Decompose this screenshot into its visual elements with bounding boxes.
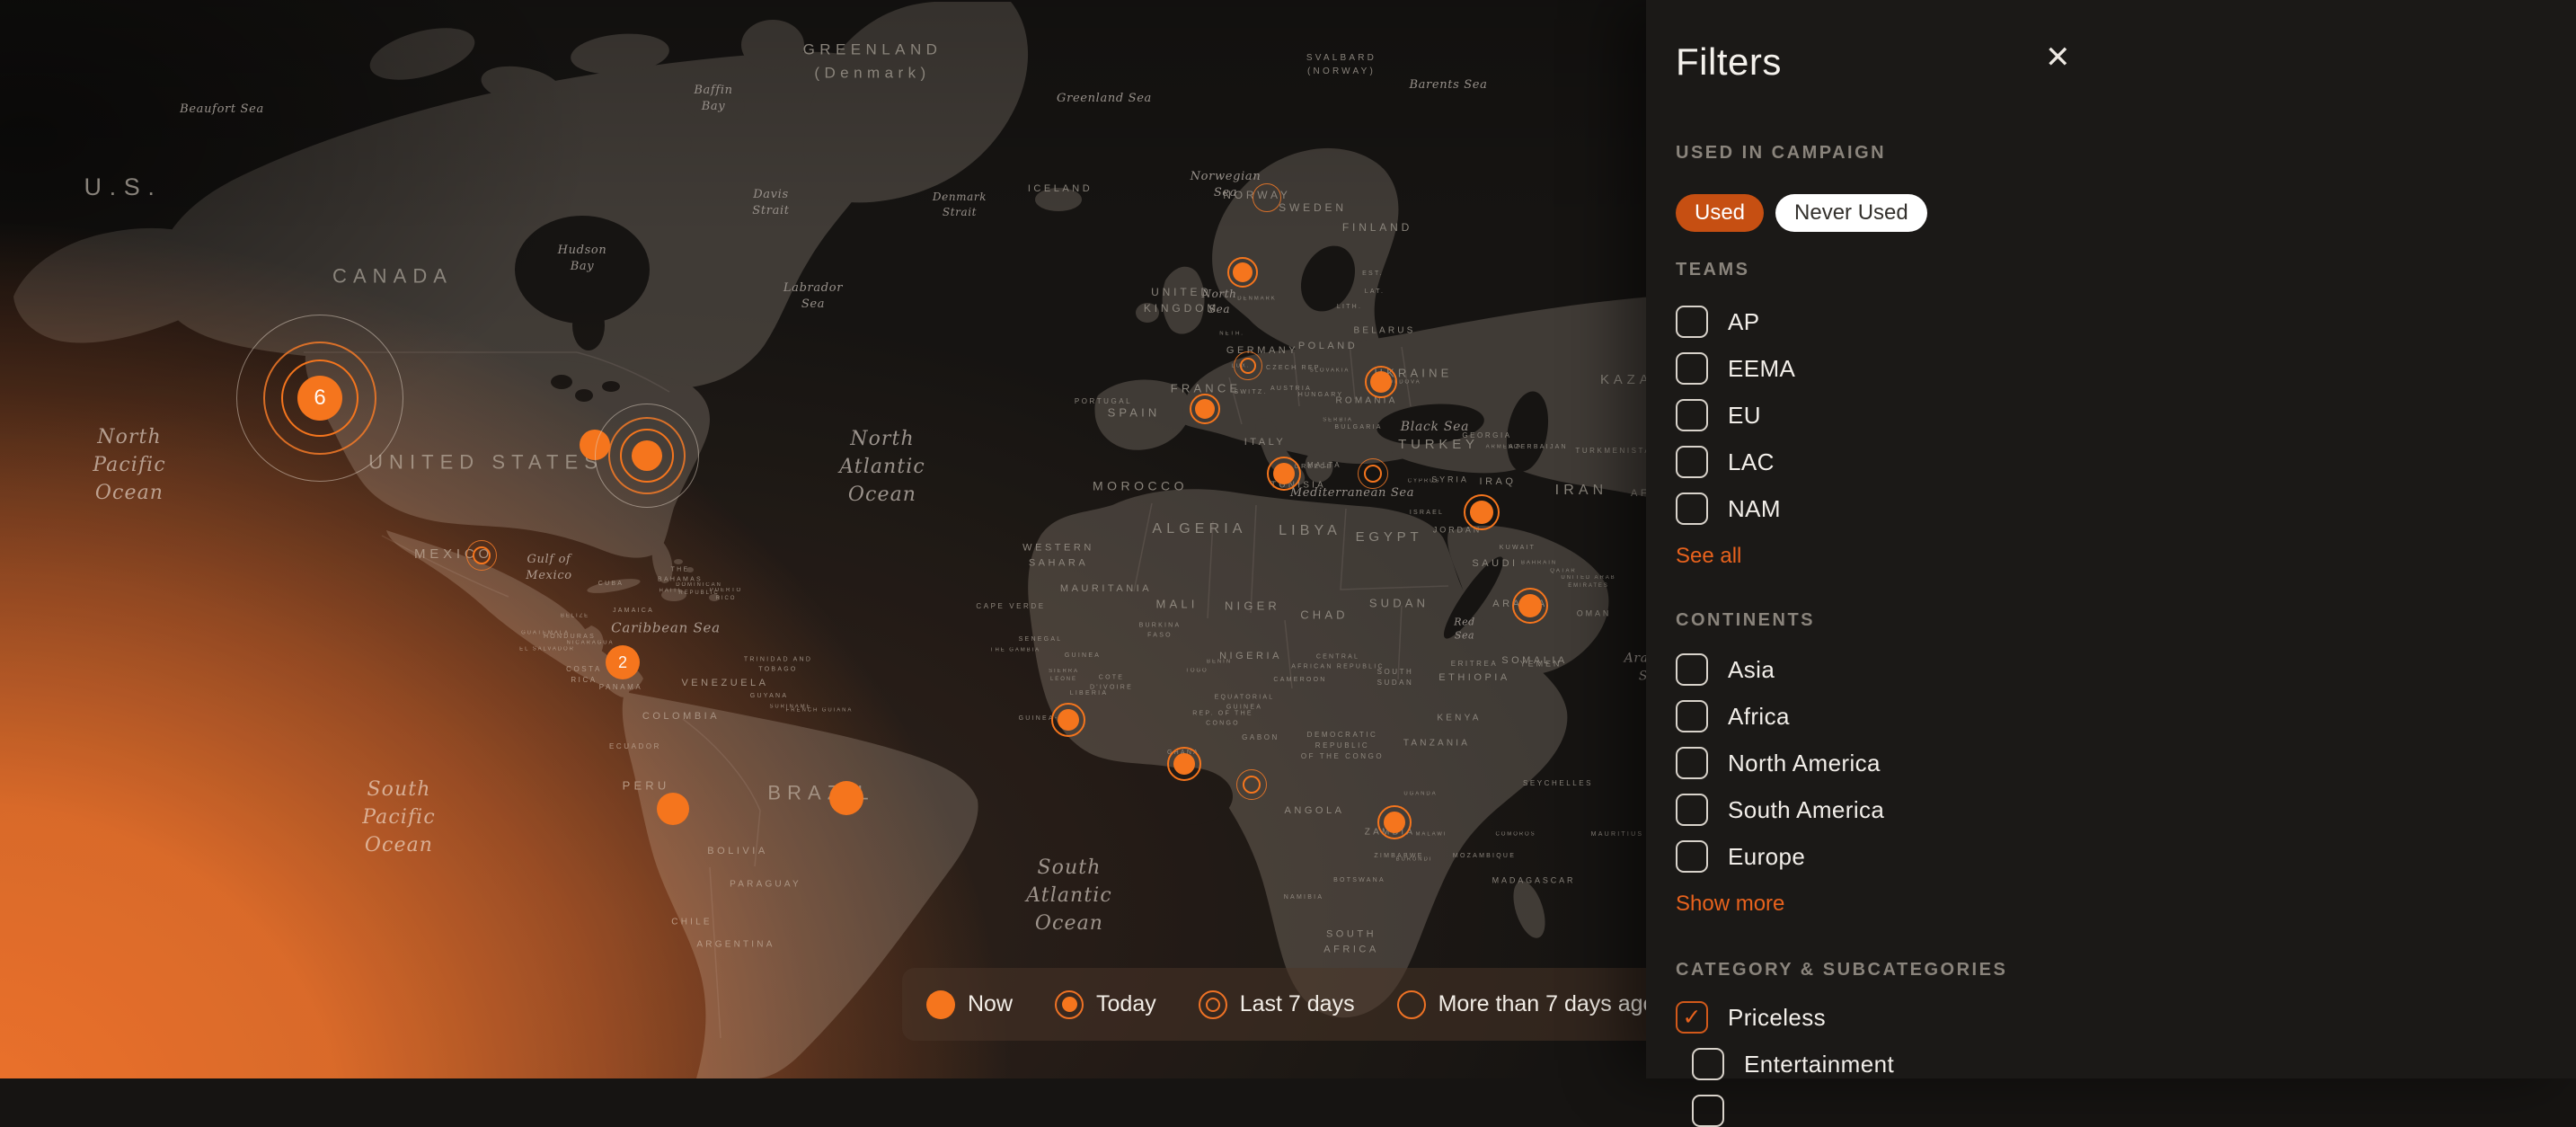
checkbox-row[interactable]: EEMA [1676,352,2576,385]
legend-item: Now [925,989,1013,1020]
filters-panel: Filters ✕ USED IN CAMPAIGN Used Never Use… [1646,0,2576,1078]
checkbox-row[interactable]: Asia [1676,653,2576,686]
teams-options: AP EEMA EU LAC NAM [1676,306,2576,525]
checkbox-label: North America [1728,750,1881,777]
checkbox-row[interactable]: ✓ Priceless [1676,1001,2576,1034]
legend-ring-icon [1396,989,1427,1020]
continents-options: Asia Africa North America South America Euro… [1676,653,2576,873]
checkbox-row[interactable]: EU [1676,399,2576,431]
map-legend: Now Today Last 7 days More than 7 days ago [902,968,1689,1041]
checkbox[interactable] [1676,399,1708,431]
checkbox[interactable] [1692,1095,1724,1127]
checkbox[interactable] [1676,747,1708,779]
legend-label: Last 7 days [1240,991,1355,1017]
checkbox-row[interactable]: Entertainment [1692,1048,2576,1080]
filter-pill-never-used[interactable]: Never Used [1775,194,1927,232]
checkbox-label: EEMA [1728,355,1795,383]
legend-item: Today [1054,989,1156,1020]
checkbox-label: South America [1728,796,1884,824]
show-more-link[interactable]: Show more [1676,891,1784,918]
checkbox-label: NAM [1728,495,1781,523]
checkbox-label: Entertainment [1744,1051,1894,1078]
panel-title: Filters [1676,40,2576,84]
section-continents: CONTINENTS [1676,609,2576,631]
checkbox-row[interactable] [1692,1095,2576,1127]
checkbox-label: LAC [1728,448,1775,476]
checkbox[interactable] [1676,446,1708,478]
checkbox-row[interactable]: AP [1676,306,2576,338]
section-teams: TEAMS [1676,259,2576,280]
checkbox[interactable] [1676,306,1708,338]
checkbox-row[interactable]: South America [1676,794,2576,826]
checkbox[interactable] [1676,653,1708,686]
checkbox-row[interactable]: LAC [1676,446,2576,478]
checkbox[interactable] [1676,352,1708,385]
checkbox-checked[interactable]: ✓ [1676,1001,1708,1034]
checkbox[interactable] [1676,700,1708,732]
legend-label: Today [1096,991,1156,1017]
legend-label: Now [968,991,1013,1017]
checkbox[interactable] [1676,493,1708,525]
checkbox-label: AP [1728,308,1759,336]
checkbox-label: Africa [1728,703,1790,731]
used-pills: Used Never Used [1676,194,2576,232]
checkbox-label: Priceless [1728,1004,1826,1032]
filter-pill-used[interactable]: Used [1676,194,1764,232]
checkbox-label: EU [1728,402,1761,430]
legend-solid-icon [925,989,956,1020]
legend-item: More than 7 days ago [1396,989,1656,1020]
checkbox[interactable] [1676,794,1708,826]
checkbox-row[interactable]: NAM [1676,493,2576,525]
legend-items: Now Today Last 7 days More than 7 days ago [925,989,1655,1020]
section-used-in-campaign: USED IN CAMPAIGN [1676,142,2576,164]
checkbox-row[interactable]: North America [1676,747,2576,779]
legend-double-ring-icon [1198,989,1228,1020]
checkbox-label: Asia [1728,656,1775,684]
section-category-subcategories: CATEGORY & SUBCATEGORIES [1676,959,2576,981]
see-all-link[interactable]: See all [1676,543,1741,570]
checkbox-label: Europe [1728,843,1805,871]
legend-label: More than 7 days ago [1438,991,1656,1017]
category-options: ✓ Priceless Entertainment [1676,1001,2576,1127]
legend-item: Last 7 days [1198,989,1355,1020]
close-icon[interactable]: ✕ [2041,36,2075,79]
checkbox-row[interactable]: Europe [1676,840,2576,873]
checkbox[interactable] [1692,1048,1724,1080]
legend-solid-ring-icon [1054,989,1084,1020]
checkbox[interactable] [1676,840,1708,873]
checkbox-row[interactable]: Africa [1676,700,2576,732]
